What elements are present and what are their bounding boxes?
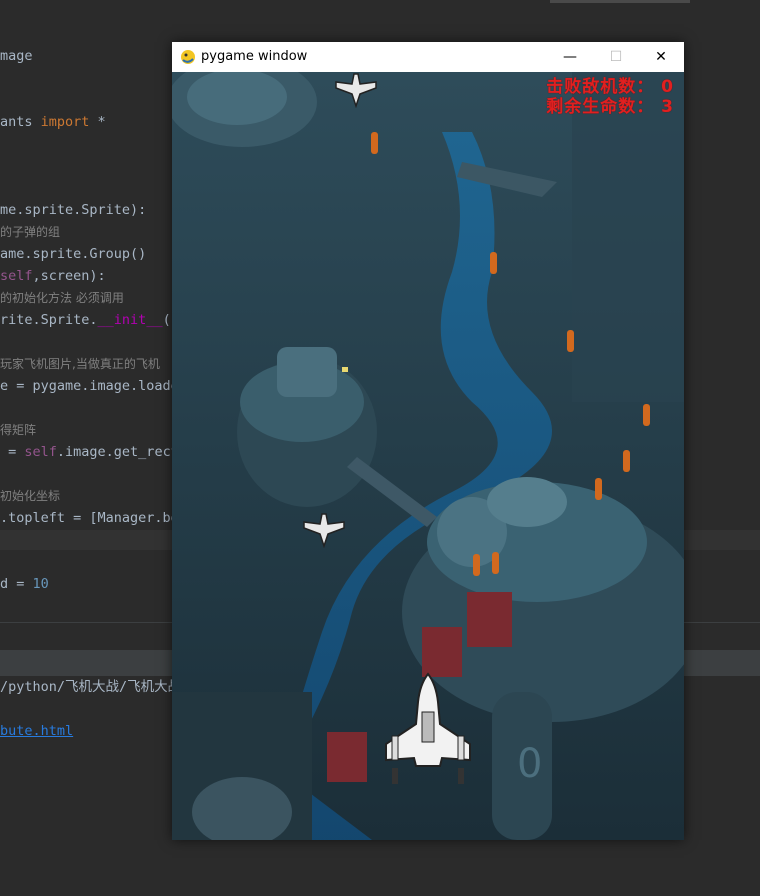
enemy-bullet [473,554,480,576]
enemy-bullet [371,132,378,154]
enemy-bullet [492,552,499,574]
pygame-snake-icon [181,50,195,64]
lives-counter: 剩余生命数： 3 [546,97,674,117]
code-line-12[interactable]: = self.image.get_rect [0,441,179,463]
code-line-15[interactable]: d = 10 [0,573,49,595]
enemy-plane-icon [335,73,377,108]
enemy-bullet [567,330,574,352]
code-line-3[interactable]: me.sprite.Sprite): [0,199,146,221]
window-titlebar[interactable]: pygame window — ☐ ✕ [172,42,684,72]
pygame-window[interactable]: pygame window — ☐ ✕ 0 击败敌机数： 0 剩余生命数： 3 [172,42,684,840]
enemy-bullet [643,404,650,426]
svg-text:0: 0 [517,741,542,787]
enemy-bullet [490,252,497,274]
run-output-link[interactable]: bute.html [0,720,73,742]
code-line-1[interactable]: mage [0,45,33,67]
enemy-plane-icon [303,513,345,548]
code-line-14[interactable]: .topleft = [Manager.bg [0,507,179,529]
run-output-path[interactable]: /python/飞机大战/飞机大战 [0,676,181,698]
code-line-11[interactable]: 得矩阵 [0,419,36,441]
game-canvas[interactable]: 0 击败敌机数： 0 剩余生命数： 3 [172,72,684,840]
code-line-13[interactable]: 初始化坐标 [0,485,60,507]
ide-scrollbar[interactable] [550,0,690,3]
code-line-7[interactable]: 的初始化方法 必须调用 [0,287,124,309]
code-line-2[interactable]: ants import * [0,111,106,133]
code-line-5[interactable]: ame.sprite.Group() [0,243,146,265]
window-title: pygame window [201,49,308,64]
maximize-button[interactable]: ☐ [593,42,639,72]
enemy-bullet [623,450,630,472]
code-line-10[interactable]: e = pygame.image.loade [0,375,179,397]
enemy-bullet [595,478,602,500]
close-button[interactable]: ✕ [638,42,684,72]
code-line-8[interactable]: rite.Sprite.__init__(s [0,309,179,331]
minimize-button[interactable]: — [547,42,593,72]
code-line-4[interactable]: 的子弹的组 [0,221,60,243]
code-line-6[interactable]: self,screen): [0,265,106,287]
code-line-9[interactable]: 玩家飞机图片,当做真正的飞机 [0,353,160,375]
player-jet-icon [385,672,471,784]
